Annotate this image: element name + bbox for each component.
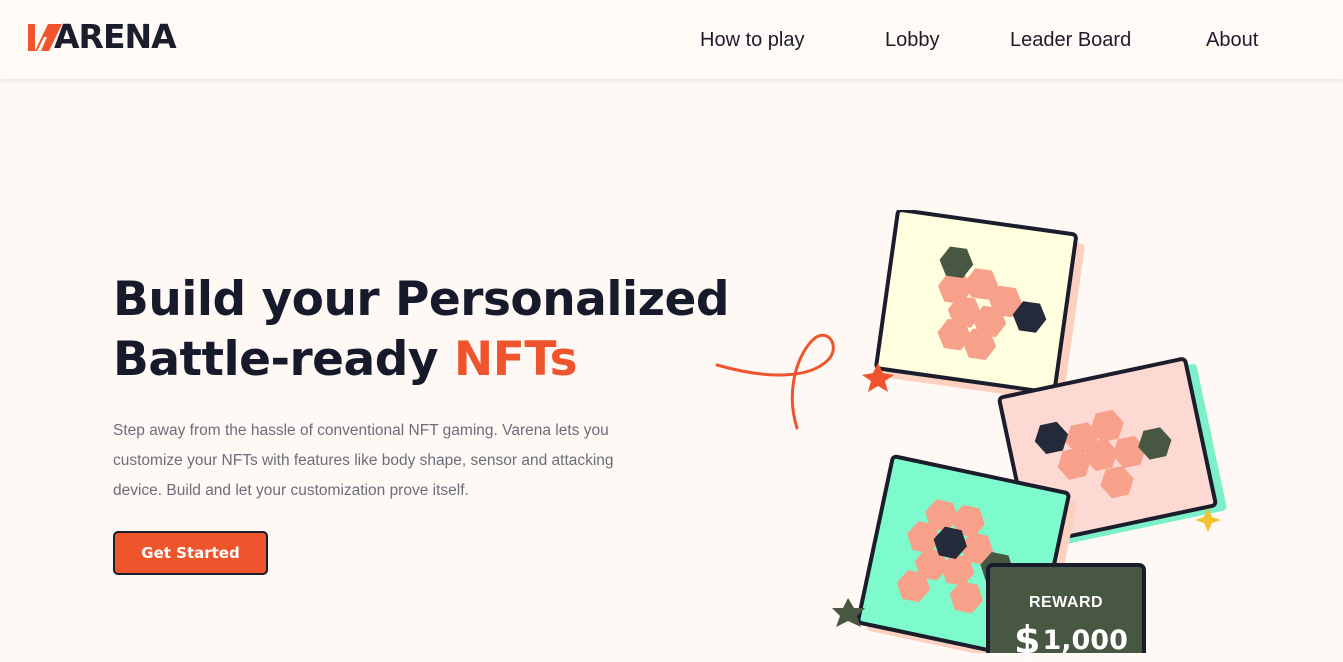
reward-currency: $ — [1014, 618, 1041, 662]
varena-logo[interactable]: ARENA — [28, 17, 190, 56]
reward-label: REWARD — [1028, 594, 1104, 611]
nav-how-to-play[interactable]: How to play — [700, 28, 805, 52]
nav-leader-board[interactable]: Leader Board — [1010, 28, 1131, 52]
nft-cards-illustration — [715, 210, 1227, 653]
nav-about[interactable]: About — [1206, 28, 1258, 52]
brand-name: ARENA — [54, 17, 177, 56]
hero-title-line2-prefix: Battle-ready — [113, 332, 439, 387]
hero-title-accent: NFTs — [453, 332, 578, 387]
reward-amount: $1,000 — [1014, 618, 1128, 662]
top-navbar: ARENA How to play Lobby Leader Board Abo… — [0, 0, 1343, 79]
get-started-button[interactable]: Get Started — [113, 531, 268, 575]
squiggle-line — [715, 334, 835, 430]
reward-amount-value: 1,000 — [1042, 624, 1128, 656]
nft-card-yellow — [874, 210, 1085, 402]
hero-title-line1: Build your Personalized — [113, 272, 729, 327]
nav-lobby[interactable]: Lobby — [885, 28, 940, 52]
hero-title: Build your Personalized Battle-ready NFT… — [113, 270, 729, 390]
hero-description: Step away from the hassle of conventiona… — [113, 422, 614, 499]
